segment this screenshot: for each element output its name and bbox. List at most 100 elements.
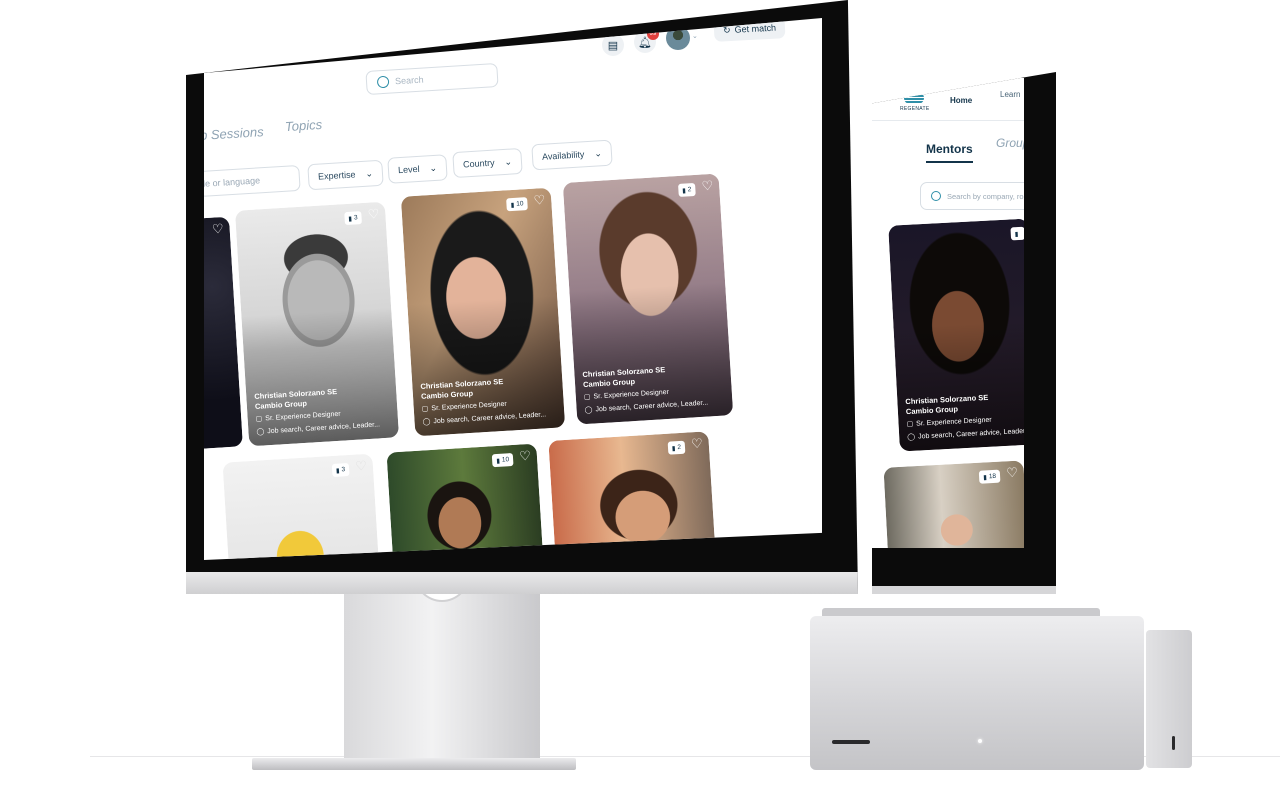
mentor-card[interactable]: ▮ 18 ♡ <box>883 460 1024 548</box>
tab-mentors[interactable]: Mentors <box>926 142 973 163</box>
session-count-value: 2 <box>687 186 692 194</box>
sd-card-slot <box>832 740 870 744</box>
bookmark-icon: ▮ <box>983 473 988 482</box>
brand-logo[interactable]: REGENATE <box>900 92 930 112</box>
filter-availability[interactable]: Availability ⌄ <box>531 139 613 171</box>
mentor-info: Christian Solorzano SE Cambio Group ▢ Sr.… <box>905 391 1024 444</box>
bookmark-icon: ▮ <box>348 215 353 223</box>
mentor-search-bar[interactable]: Search by company, ro <box>920 182 1024 210</box>
main-screen: Search ▤ 🔔︎ 99 ⌄ ↻ Get match p Sessions … <box>204 18 822 560</box>
bookmark-icon: ▮ <box>335 467 340 475</box>
mentor-card[interactable]: ▮ 2 ♡ Christian Solorzano SE Cambio Group… <box>562 173 734 425</box>
session-count-value: 3 <box>353 214 358 222</box>
filter-availability-label: Availability <box>541 149 585 162</box>
filter-search-input[interactable]: le or language <box>204 164 301 198</box>
session-count-value: 2 <box>677 443 682 452</box>
mentor-card[interactable]: ▮ 10 ♡ <box>386 443 544 560</box>
bookmark-icon: ▮ <box>682 186 687 195</box>
heart-icon[interactable]: ♡ <box>367 206 380 222</box>
session-count: ▮ <box>1010 226 1024 241</box>
filter-expertise[interactable]: Expertise ⌄ <box>307 159 384 191</box>
heart-icon[interactable]: ♡ <box>701 178 714 194</box>
heart-icon[interactable]: ♡ <box>533 192 546 208</box>
product-mockup-scene: Search ▤ 🔔︎ 99 ⌄ ↻ Get match p Sessions … <box>0 0 1280 809</box>
message-icon: ◯ <box>584 406 593 415</box>
chevron-down-icon: ⌄ <box>504 156 513 167</box>
heart-icon[interactable]: ♡ <box>691 436 704 452</box>
session-count-value: 3 <box>341 466 346 474</box>
mentor-photo <box>883 460 1024 548</box>
monitor-base <box>252 758 576 770</box>
mentor-search-input[interactable]: Search by company, ro <box>947 192 1024 201</box>
mentor-role: Sr. Experience Designer <box>431 400 507 413</box>
chevron-down-icon[interactable]: ⌄ <box>692 32 698 40</box>
brand-name: REGENATE <box>900 106 930 112</box>
filter-expertise-label: Expertise <box>317 169 356 182</box>
session-count-value: 18 <box>988 472 997 481</box>
chat-icon[interactable]: ▤ <box>602 34 624 56</box>
second-screen: REGENATE Home Learn Mentors Group Search… <box>872 78 1024 548</box>
filter-level-label: Level <box>397 163 420 176</box>
mentor-role: Sr. Experience Designer <box>593 388 670 401</box>
header-search-input[interactable]: Search <box>395 75 424 87</box>
mentor-info: Christian Solorzano SE Cambio Group ▢ Sr.… <box>582 361 727 416</box>
monitor-chin <box>872 586 1056 594</box>
mac-studio-side <box>1146 630 1192 768</box>
filter-country[interactable]: Country ⌄ <box>452 147 523 179</box>
briefcase-icon: ▢ <box>255 415 263 423</box>
session-count: ▮ 18 <box>978 469 1001 484</box>
briefcase-icon: ▢ <box>583 393 591 402</box>
heart-icon[interactable]: ♡ <box>355 458 368 474</box>
chevron-down-icon: ⌄ <box>365 167 374 179</box>
nav-learn[interactable]: Learn <box>1000 90 1020 99</box>
mentor-card[interactable]: ▮ Christian Solorzano SE Cambio Group ▢ S… <box>888 218 1024 452</box>
power-led <box>978 739 982 743</box>
mac-studio <box>810 608 1144 770</box>
bookmark-icon: ▮ <box>1014 230 1019 238</box>
session-count-value: 10 <box>501 456 510 464</box>
heart-icon[interactable]: ♡ <box>1006 465 1018 481</box>
chevron-down-icon: ⌄ <box>593 147 603 159</box>
briefcase-icon: ▢ <box>421 405 429 413</box>
tab-topics[interactable]: Topics <box>285 117 323 134</box>
session-count: ▮ 10 <box>491 452 514 468</box>
chevron-down-icon: ⌄ <box>429 162 438 173</box>
briefcase-icon: ▢ <box>906 420 914 429</box>
session-count-value: 10 <box>516 200 524 208</box>
monitor-stand <box>344 574 540 760</box>
search-icon <box>376 75 390 89</box>
main-monitor: Search ▤ 🔔︎ 99 ⌄ ↻ Get match p Sessions … <box>186 0 858 594</box>
usb-port <box>1172 736 1175 750</box>
session-count: ▮ 2 <box>667 440 686 455</box>
filter-level[interactable]: Level ⌄ <box>387 154 448 184</box>
session-count: ▮ 3 <box>331 462 350 478</box>
bookmark-icon: ▮ <box>671 444 676 452</box>
mentor-info: Christian Solorzano SE Cambio Group ▢ Sr.… <box>254 384 393 438</box>
monitor-chin <box>186 572 858 594</box>
mentor-role: Sr. Experience Designer <box>916 416 992 428</box>
header-divider <box>872 120 1024 121</box>
mentor-info: Christian Solorzano SE Cambio Group ▢ Sr.… <box>420 374 559 428</box>
mentor-card[interactable]: ▮ 3 ♡ Christian Solorzano SE Cambio Group… <box>234 201 400 447</box>
mentor-card[interactable]: ▮ 10 ♡ Christian Solorzano SE Cambio Grou… <box>400 187 566 437</box>
heart-icon[interactable]: ♡ <box>212 221 225 237</box>
message-icon: ◯ <box>907 433 916 442</box>
heart-icon[interactable]: ♡ <box>519 448 532 464</box>
mentor-card[interactable]: ▮ 3 ♡ <box>222 453 380 560</box>
session-count: ▮ 3 <box>344 211 362 226</box>
tab-groups[interactable]: Group <box>996 136 1024 150</box>
message-icon: ◯ <box>422 418 431 426</box>
session-count: ▮ 10 <box>506 197 528 212</box>
mentor-role: Sr. Experience Designer <box>265 410 341 423</box>
message-icon: ◯ <box>256 428 265 436</box>
session-count: ▮ 2 <box>677 182 696 197</box>
logo-mark <box>904 92 924 104</box>
studio-top <box>822 608 1100 616</box>
search-icon <box>931 191 941 201</box>
second-monitor: REGENATE Home Learn Mentors Group Search… <box>872 72 1056 594</box>
filter-country-label: Country <box>462 157 495 170</box>
nav-home[interactable]: Home <box>950 96 972 105</box>
header-search-bar[interactable]: Search <box>365 62 499 96</box>
tab-sessions[interactable]: p Sessions <box>204 124 264 143</box>
bookmark-icon: ▮ <box>496 457 501 465</box>
